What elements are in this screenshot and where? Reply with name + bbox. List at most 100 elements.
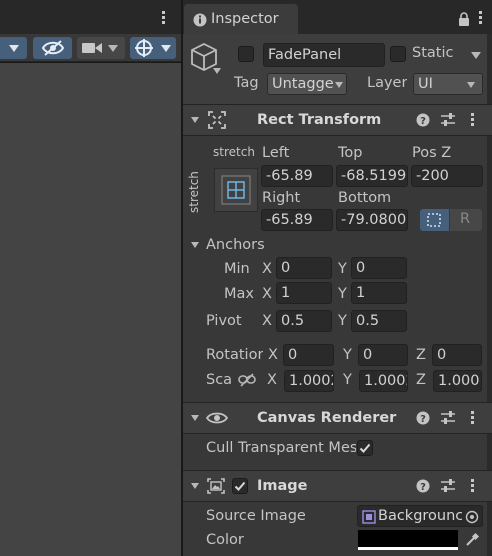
max-y-axis-label: Y	[338, 286, 347, 302]
active-checkbox[interactable]	[238, 46, 254, 62]
scale-y-axis-label: Y	[343, 372, 352, 388]
component-menu-icon[interactable]	[469, 411, 475, 427]
posz-field[interactable]: -200	[411, 165, 483, 187]
max-label: Max	[224, 286, 254, 302]
top-label: Top	[338, 145, 363, 161]
right-field[interactable]: -65.89	[261, 209, 333, 231]
top-field[interactable]: -68.5199	[336, 165, 408, 187]
lock-icon[interactable]	[458, 12, 470, 26]
rect-transform-icon	[208, 111, 226, 129]
pivot-y-field[interactable]: 0.5	[351, 310, 407, 332]
scale-z-field[interactable]: 1.000	[433, 370, 482, 392]
raw-edit-button[interactable]: R	[450, 209, 482, 231]
gizmos-toggle-button[interactable]	[130, 37, 176, 59]
separator	[183, 135, 492, 136]
scene-camera-button[interactable]	[77, 37, 125, 59]
color-swatch[interactable]	[358, 530, 458, 550]
scene-more-menu-icon[interactable]	[158, 10, 168, 26]
min-y-field[interactable]: 0	[351, 257, 407, 279]
anchors-label: Anchors	[206, 237, 265, 253]
scale-x-axis-label: X	[267, 372, 277, 388]
image-title: Image	[257, 478, 308, 494]
tool-handle-left-button[interactable]	[0, 37, 27, 59]
scene-viewport[interactable]	[0, 63, 181, 556]
rect-transform-title: Rect Transform	[257, 112, 382, 128]
svg-text:?: ?	[420, 116, 426, 127]
constrain-proportions-link-icon[interactable]	[238, 373, 256, 387]
bottom-field[interactable]: -79.0800	[336, 209, 408, 231]
anchor-presets-button[interactable]	[214, 168, 258, 212]
scene-tab-bar	[0, 0, 181, 34]
layer-dropdown[interactable]: UI	[413, 73, 483, 95]
presets-sliders-icon[interactable]	[440, 411, 456, 425]
hidden-eye-icon	[41, 40, 65, 56]
left-field[interactable]: -65.89	[261, 165, 333, 187]
anchor-preset-side-label: stretch	[187, 171, 201, 213]
anchors-fold-arrow-icon[interactable]	[191, 242, 199, 248]
svg-text:?: ?	[420, 482, 426, 493]
presets-sliders-icon[interactable]	[440, 113, 456, 127]
info-icon	[193, 13, 207, 27]
separator	[183, 501, 492, 502]
camera-icon	[82, 43, 102, 53]
inspector-tab[interactable]: Inspector	[184, 4, 298, 34]
object-name-field[interactable]: FadePanel	[263, 43, 385, 67]
max-y-field[interactable]: 1	[351, 282, 407, 304]
chevron-down-icon	[161, 45, 171, 52]
fold-arrow-icon[interactable]	[191, 117, 199, 123]
pivot-label: Pivot	[206, 313, 242, 329]
inspector-tab-label: Inspector	[211, 11, 279, 27]
tag-dropdown[interactable]: Untagge	[267, 73, 347, 95]
source-image-field[interactable]: Backgrounc	[357, 505, 483, 527]
rotation-z-field[interactable]: 0	[432, 344, 482, 366]
fold-arrow-icon[interactable]	[191, 483, 199, 489]
min-label: Min	[224, 261, 250, 277]
component-menu-icon[interactable]	[469, 479, 475, 495]
cull-transparent-label: Cull Transparent Mes	[206, 440, 356, 456]
pivot-x-field[interactable]: 0.5	[276, 310, 332, 332]
right-label: Right	[262, 190, 301, 206]
rot-x-axis-label: X	[268, 347, 278, 363]
static-dropdown-chevron-icon[interactable]	[471, 52, 481, 59]
max-x-field[interactable]: 1	[276, 282, 332, 304]
max-x-axis-label: X	[262, 286, 272, 302]
icon-dropdown-chevron-icon[interactable]	[213, 68, 221, 74]
rotation-x-field[interactable]: 0	[283, 344, 334, 366]
object-picker-icon[interactable]	[465, 510, 479, 524]
rotation-y-field[interactable]: 0	[358, 344, 408, 366]
anchor-stretch-icon	[221, 175, 251, 205]
tag-label: Tag	[234, 75, 259, 91]
visibility-toggle-button[interactable]	[33, 37, 72, 59]
scale-x-field[interactable]: 1.0002	[284, 370, 334, 392]
min-x-field[interactable]: 0	[276, 257, 332, 279]
chevron-down-icon	[108, 45, 118, 52]
static-checkbox[interactable]	[390, 46, 406, 62]
checkmark-icon	[359, 443, 371, 453]
rot-z-axis-label: Z	[416, 347, 426, 363]
help-icon[interactable]: ?	[416, 113, 430, 127]
component-menu-icon[interactable]	[469, 113, 475, 129]
min-x-axis-label: X	[262, 261, 272, 277]
chevron-down-icon	[9, 45, 19, 52]
rotation-label: Rotatior	[206, 347, 263, 363]
checkmark-icon	[234, 481, 246, 491]
gizmo-crosshair-icon	[135, 39, 153, 57]
anchor-preset-top-label: stretch	[213, 145, 255, 159]
sprite-icon	[362, 510, 376, 524]
scale-y-field[interactable]: 1.0002	[359, 370, 408, 392]
inspector-more-menu-icon[interactable]	[475, 10, 485, 26]
source-image-label: Source Image	[206, 508, 306, 524]
image-enabled-checkbox[interactable]	[232, 478, 248, 494]
fold-arrow-icon[interactable]	[191, 415, 199, 421]
eye-icon	[206, 412, 228, 424]
svg-text:?: ?	[420, 414, 426, 425]
cull-transparent-checkbox[interactable]	[357, 440, 373, 456]
eyedropper-icon[interactable]	[464, 532, 480, 548]
help-icon[interactable]: ?	[416, 479, 430, 493]
help-icon[interactable]: ?	[416, 411, 430, 425]
chevron-down-icon	[335, 82, 343, 88]
scale-z-axis-label: Z	[416, 372, 426, 388]
blueprint-mode-button[interactable]	[420, 209, 449, 231]
presets-sliders-icon[interactable]	[440, 479, 456, 493]
blueprint-icon	[427, 213, 441, 227]
